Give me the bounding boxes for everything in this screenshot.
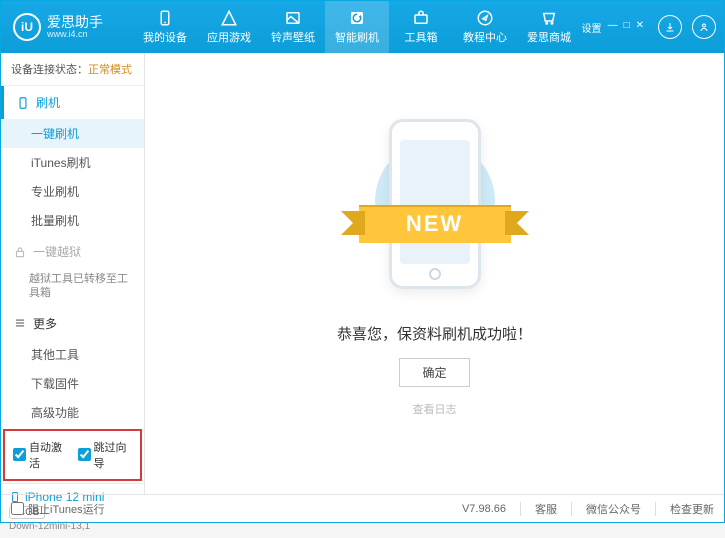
maximize-button[interactable]: □ [624,20,630,35]
toolbox-icon [412,9,430,27]
cart-icon [540,9,558,27]
nav-tutorial[interactable]: 教程中心 [453,1,517,53]
main-content: NEW 恭喜您，保资料刷机成功啦！ 确定 查看日志 [145,53,724,494]
download-icon [664,21,676,33]
sidebar: 设备连接状态：正常模式 刷机 一键刷机 iTunes刷机 专业刷机 批量刷机 一… [1,53,145,494]
refresh-icon [348,9,366,27]
phone-icon [156,9,174,27]
check-update-link[interactable]: 检查更新 [670,501,714,517]
nav-device[interactable]: 我的设备 [133,1,197,53]
nav-flash[interactable]: 智能刷机 [325,1,389,53]
image-icon [284,9,302,27]
sidebar-group-flash[interactable]: 刷机 [1,86,144,119]
sidebar-item-batch-flash[interactable]: 批量刷机 [1,206,144,235]
app-site: www.i4.cn [47,29,103,39]
support-link[interactable]: 客服 [535,501,557,517]
checkbox-auto-activate[interactable]: 自动激活 [13,439,68,471]
sidebar-group-jailbreak: 一键越狱 [1,235,144,268]
window-controls: 设置 — □ ✕ [582,20,644,35]
app-logo[interactable]: iU 爱思助手 www.i4.cn [13,13,133,41]
sidebar-item-pro-flash[interactable]: 专业刷机 [1,177,144,206]
sidebar-item-download-firmware[interactable]: 下载固件 [1,369,144,398]
logo-icon: iU [13,13,41,41]
block-itunes-checkbox[interactable]: 阻止iTunes运行 [11,501,105,517]
skip-guide-checkbox[interactable] [78,448,91,461]
jailbreak-note: 越狱工具已转移至工具箱 [29,272,132,301]
download-button[interactable] [658,15,682,39]
wechat-link[interactable]: 微信公众号 [586,501,641,517]
nav-ringtone[interactable]: 铃声壁纸 [261,1,325,53]
phone-illustration: NEW [355,111,515,301]
nav-store[interactable]: 爱思商城 [517,1,581,53]
phone-icon [16,96,30,110]
checkbox-highlight-box: 自动激活 跳过向导 [3,429,142,481]
nav-apps[interactable]: 应用游戏 [197,1,261,53]
app-window: iU 爱思助手 www.i4.cn 我的设备 应用游戏 铃声壁纸 智能刷机 [0,0,725,523]
version-label: V7.98.66 [462,503,506,515]
app-name: 爱思助手 [47,15,103,29]
settings-button[interactable]: 设置 [582,20,602,35]
sidebar-item-advanced[interactable]: 高级功能 [1,398,144,427]
compass-icon [476,9,494,27]
new-ribbon: NEW [359,205,511,243]
titlebar-right: 设置 — □ ✕ [582,15,716,39]
success-message: 恭喜您，保资料刷机成功啦！ [337,323,532,344]
device-sub: Down-12mini-13,1 [9,521,136,532]
sidebar-item-other-tools[interactable]: 其他工具 [1,340,144,369]
sidebar-group-more[interactable]: 更多 [1,307,144,340]
sidebar-item-itunes-flash[interactable]: iTunes刷机 [1,148,144,177]
statusbar: 阻止iTunes运行 V7.98.66 客服 微信公众号 检查更新 [1,494,724,522]
user-icon [698,21,710,33]
body: 设备连接状态：正常模式 刷机 一键刷机 iTunes刷机 专业刷机 批量刷机 一… [1,53,724,494]
view-log-link[interactable]: 查看日志 [413,401,457,417]
apps-icon [220,9,238,27]
nav-toolbox[interactable]: 工具箱 [389,1,453,53]
checkbox-skip-guide[interactable]: 跳过向导 [78,439,133,471]
top-nav: 我的设备 应用游戏 铃声壁纸 智能刷机 工具箱 教程中心 [133,1,582,53]
sidebar-item-oneclick-flash[interactable]: 一键刷机 [1,119,144,148]
close-button[interactable]: ✕ [636,20,644,35]
connection-mode: 正常模式 [88,64,132,76]
menu-icon [13,316,27,330]
auto-activate-checkbox[interactable] [13,448,26,461]
block-itunes-input[interactable] [11,502,24,515]
user-button[interactable] [692,15,716,39]
connection-status: 设备连接状态：正常模式 [1,53,144,86]
lock-icon [13,245,27,259]
ok-button[interactable]: 确定 [399,358,469,387]
titlebar: iU 爱思助手 www.i4.cn 我的设备 应用游戏 铃声壁纸 智能刷机 [1,1,724,53]
minimize-button[interactable]: — [608,20,618,35]
